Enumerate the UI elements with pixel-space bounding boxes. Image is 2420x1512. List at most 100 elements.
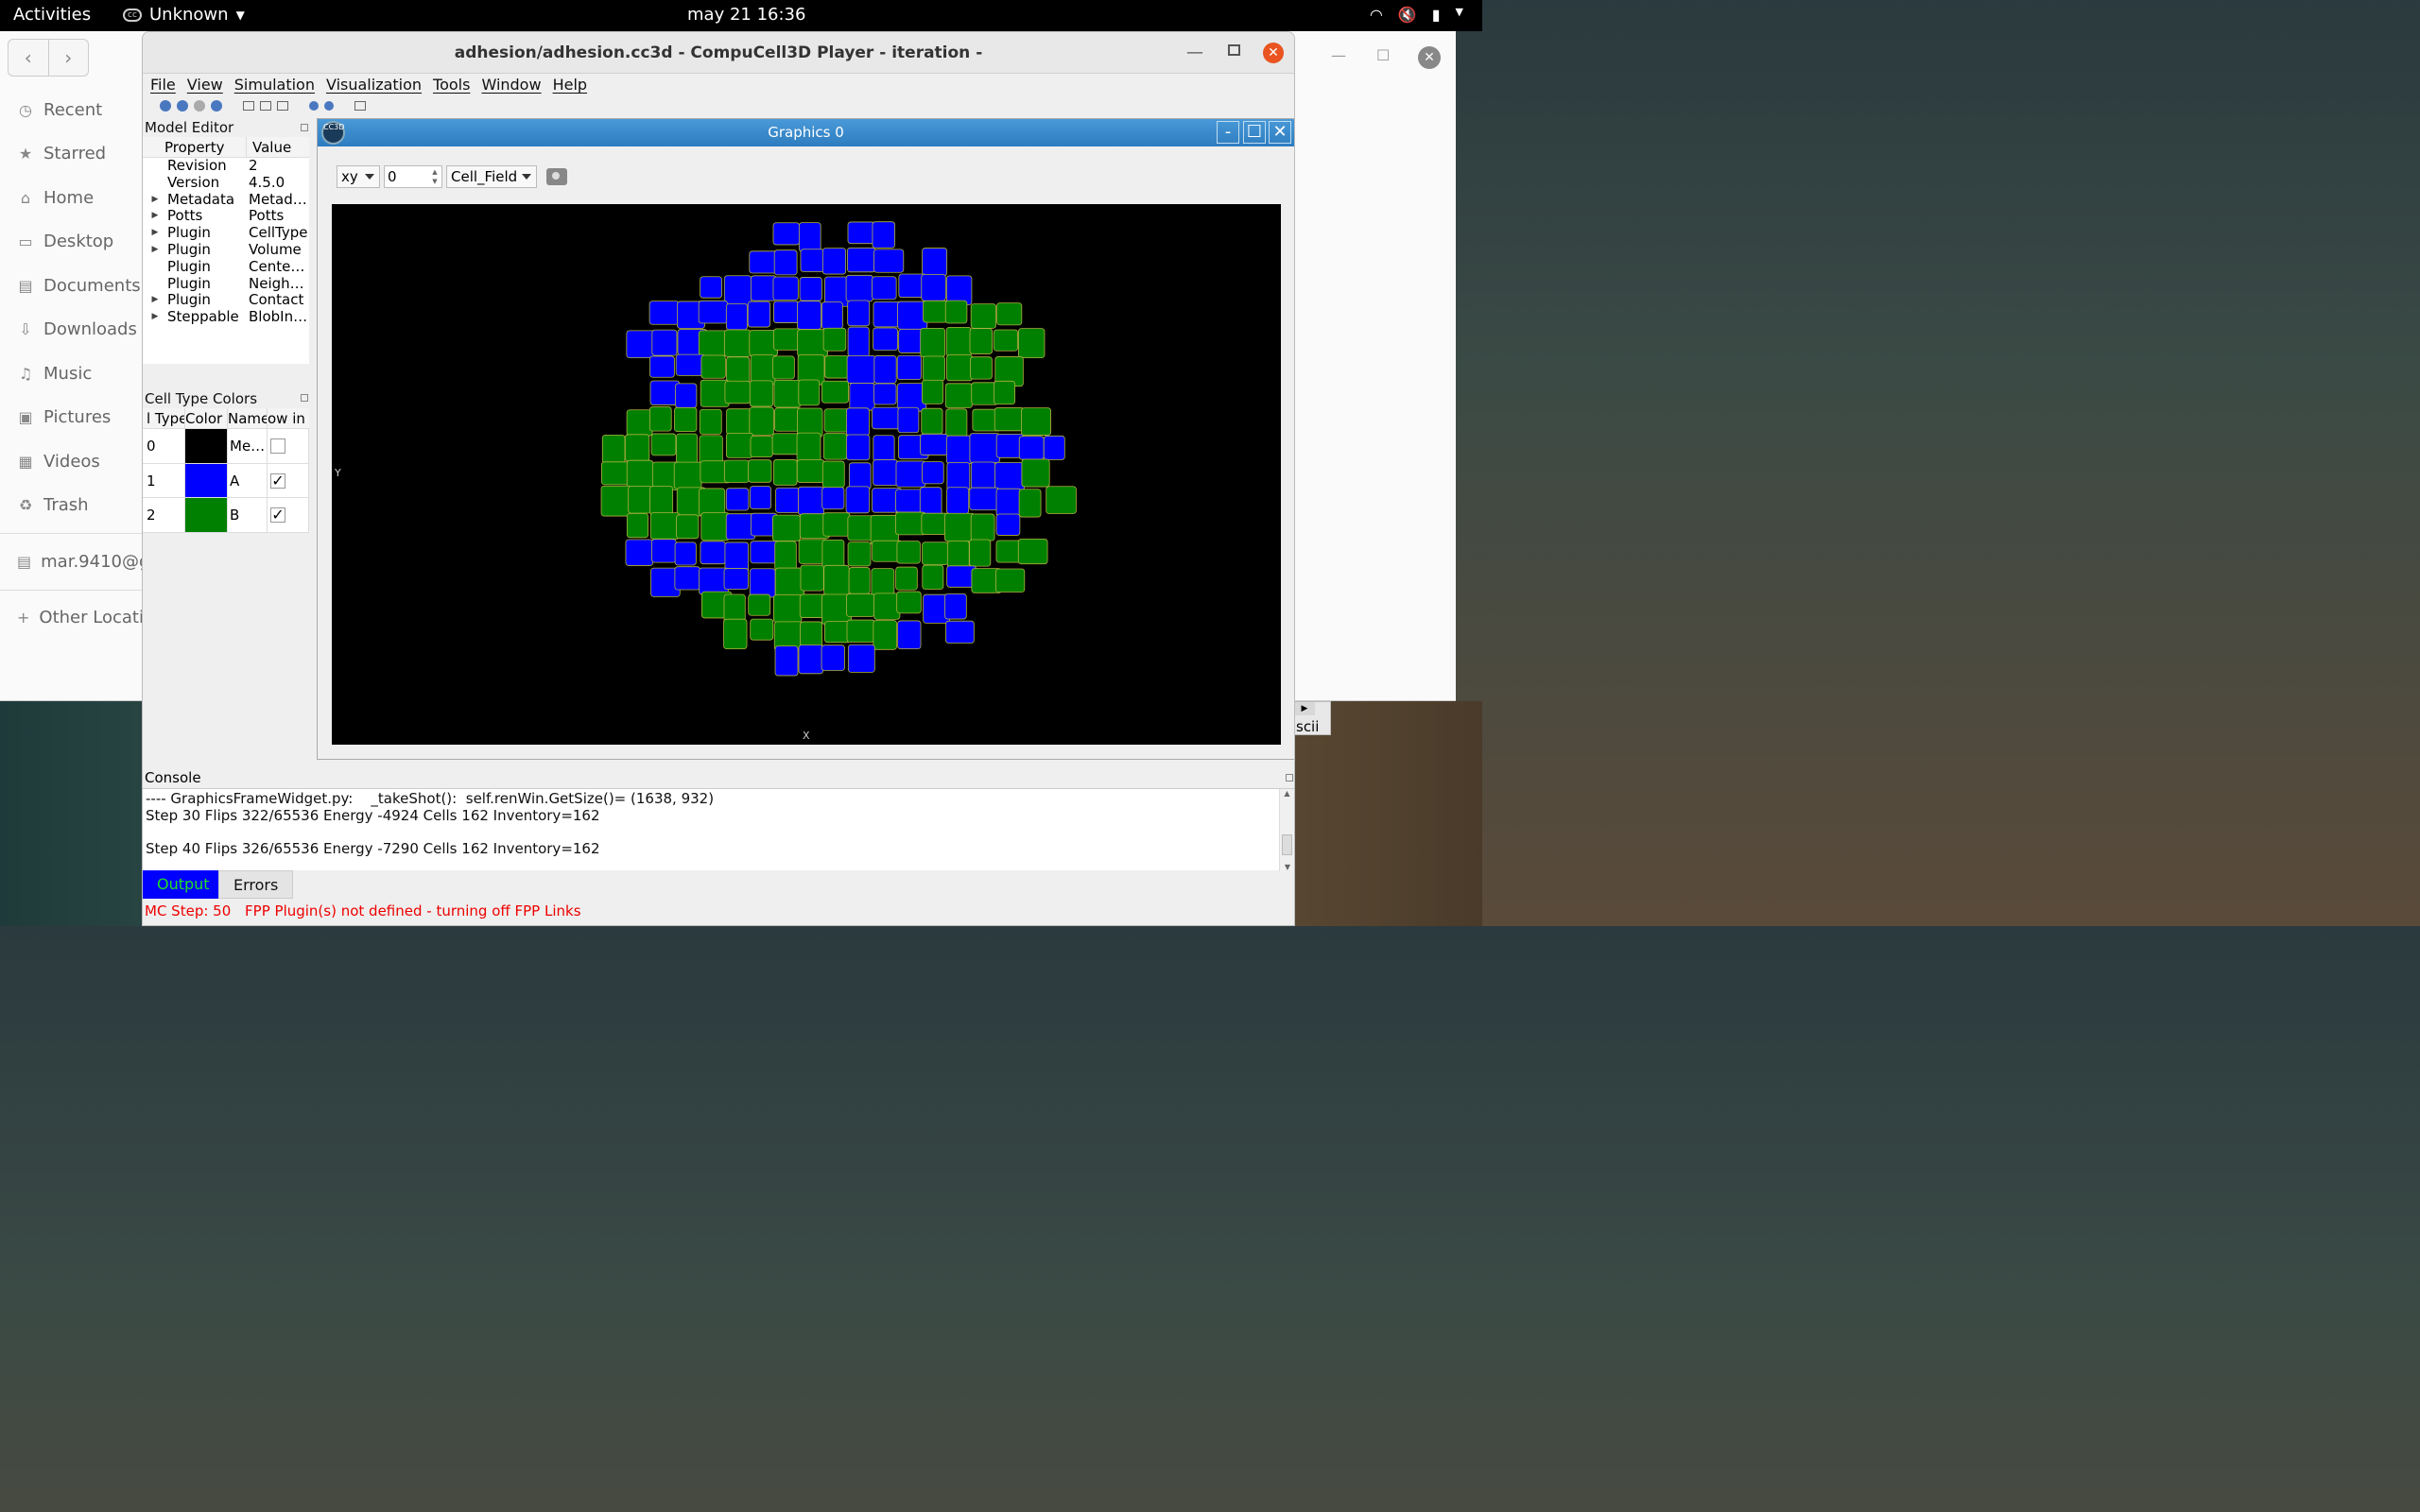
expand-arrow-icon[interactable] xyxy=(143,259,167,276)
close-icon[interactable]: ✕ xyxy=(1418,46,1441,69)
sidebar-item-downloads[interactable]: ⇩ Downloads xyxy=(0,308,142,352)
scroll-down-icon[interactable]: ▼ xyxy=(1280,863,1294,871)
sidebar-item-account[interactable]: ▤ mar.9410@g xyxy=(0,540,149,584)
zoom-out-icon[interactable] xyxy=(324,101,334,111)
expand-arrow-icon[interactable]: ▶ xyxy=(143,309,167,326)
open-icon[interactable] xyxy=(243,101,254,111)
expand-arrow-icon[interactable]: ▶ xyxy=(143,242,167,259)
pause-icon[interactable] xyxy=(194,100,205,112)
sidebar-item-desktop[interactable]: ▭ Desktop xyxy=(0,220,142,265)
sidebar-item-trash[interactable]: ♻ Trash xyxy=(0,484,142,528)
cell-type-color-swatch[interactable] xyxy=(185,463,228,498)
minimize-button[interactable]: — xyxy=(1186,32,1203,74)
tree-row[interactable]: ▶ Potts Potts xyxy=(143,208,309,225)
tree-row[interactable]: Plugin Neigh… xyxy=(143,275,309,293)
activities-button[interactable]: Activities xyxy=(13,5,91,25)
scroll-up-icon[interactable]: ▲ xyxy=(1280,789,1294,798)
sidebar-item-other-locations[interactable]: + Other Locatio xyxy=(0,596,154,641)
cell-field-canvas[interactable]: Y X xyxy=(332,204,1281,745)
console-scrollbar[interactable]: ▲ ▼ xyxy=(1279,789,1294,871)
minimize-button[interactable]: - xyxy=(1217,121,1239,144)
app-menu[interactable]: cc Unknown ▼ xyxy=(123,5,245,25)
chevron-down-icon[interactable]: ▼ xyxy=(1456,6,1463,24)
cell-type-name[interactable]: A xyxy=(228,463,268,498)
show-checkbox[interactable] xyxy=(270,438,285,454)
sidebar-item-recent[interactable]: ◷ Recent xyxy=(0,88,142,132)
expand-arrow-icon[interactable]: ▶ xyxy=(143,208,167,225)
show-checkbox[interactable]: ✓ xyxy=(270,472,285,489)
column-header-show[interactable]: ow in xyxy=(268,408,309,428)
zoom-in-icon[interactable] xyxy=(309,101,319,111)
expand-arrow-icon[interactable]: ▶ xyxy=(143,225,167,242)
column-header-value[interactable]: Value xyxy=(247,137,291,157)
column-header-property[interactable]: Property xyxy=(143,137,247,157)
cell-type-color-swatch[interactable] xyxy=(185,429,228,463)
expand-arrow-icon[interactable]: ▶ xyxy=(143,292,167,309)
menu-tools[interactable]: Tools xyxy=(433,74,470,96)
sidebar-item-music[interactable]: ♫ Music xyxy=(0,352,142,396)
sidebar-item-videos[interactable]: ▦ Videos xyxy=(0,439,142,484)
cell-type-color-swatch[interactable] xyxy=(185,498,228,533)
projection-select[interactable]: xy xyxy=(337,165,380,188)
tree-row[interactable]: Revision 2 xyxy=(143,157,309,175)
menu-visualization[interactable]: Visualization xyxy=(326,74,422,96)
screenshot-camera-icon[interactable] xyxy=(546,168,567,185)
menu-window[interactable]: Window xyxy=(481,74,541,96)
tab-errors[interactable]: Errors xyxy=(218,870,294,899)
close-button[interactable]: ✕ xyxy=(1263,43,1284,63)
table-row[interactable]: 2 B ✓ xyxy=(143,498,309,534)
field-select[interactable]: Cell_Field xyxy=(446,165,537,188)
close-button[interactable]: ✕ xyxy=(1269,121,1291,144)
menu-file[interactable]: File xyxy=(150,74,176,96)
undock-icon[interactable] xyxy=(301,394,308,402)
tab-output[interactable]: Output xyxy=(143,870,218,899)
table-row[interactable]: 0 Me… xyxy=(143,429,309,464)
maximize-icon[interactable]: ☐ xyxy=(1376,46,1390,64)
tree-row[interactable]: ▶ Plugin Volume xyxy=(143,241,309,259)
scrollbar-thumb[interactable] xyxy=(1282,834,1292,855)
maximize-button[interactable]: ☐ xyxy=(1243,121,1266,144)
sidebar-item-home[interactable]: ⌂ Home xyxy=(0,176,142,220)
tools-icon[interactable] xyxy=(260,101,271,111)
new-window-icon[interactable] xyxy=(354,101,366,111)
column-header-type[interactable]: l Type xyxy=(143,408,185,428)
menu-simulation[interactable]: Simulation xyxy=(234,74,315,96)
undock-icon[interactable] xyxy=(301,124,308,131)
edit-icon[interactable] xyxy=(277,101,288,111)
spin-up-icon[interactable]: ▲ xyxy=(429,167,441,177)
expand-arrow-icon[interactable] xyxy=(143,276,167,293)
cell-type-name[interactable]: B xyxy=(228,498,268,533)
tree-row[interactable]: ▶ Plugin CellType xyxy=(143,224,309,242)
battery-icon[interactable]: ▮ xyxy=(1432,6,1441,24)
step-icon[interactable] xyxy=(177,100,188,112)
window-titlebar[interactable]: adhesion/adhesion.cc3d - CompuCell3D Pla… xyxy=(143,32,1294,74)
column-header-name[interactable]: Name xyxy=(228,408,268,428)
expand-arrow-icon[interactable] xyxy=(143,175,167,192)
sidebar-item-pictures[interactable]: ▣ Pictures xyxy=(0,396,142,440)
menu-view[interactable]: View xyxy=(187,74,223,96)
show-checkbox[interactable]: ✓ xyxy=(270,507,285,524)
tree-row[interactable]: Plugin Cente… xyxy=(143,258,309,276)
console-output[interactable]: ---- GraphicsFrameWidget.py: _takeShot()… xyxy=(143,788,1294,871)
sidebar-item-starred[interactable]: ★ Starred xyxy=(0,132,142,177)
graphics-titlebar[interactable]: CC3D Graphics 0 - ☐ ✕ xyxy=(318,119,1294,146)
system-tray[interactable]: ◠ 🔇 ▮ ▼ xyxy=(1370,6,1463,24)
back-button[interactable]: ‹ xyxy=(9,40,49,76)
table-row[interactable]: 1 A ✓ xyxy=(143,463,309,499)
slice-spinbox[interactable]: 0 ▲ ▼ xyxy=(384,165,442,188)
menu-help[interactable]: Help xyxy=(553,74,587,96)
column-header-color[interactable]: Color xyxy=(185,408,228,428)
spin-down-icon[interactable]: ▼ xyxy=(429,177,441,186)
minimize-icon[interactable]: — xyxy=(1331,46,1346,64)
tree-row[interactable]: Version 4.5.0 xyxy=(143,174,309,192)
sidebar-item-documents[interactable]: ▤ Documents xyxy=(0,264,142,308)
tree-row[interactable]: ▶ Metadata Metad… xyxy=(143,191,309,209)
tree-row[interactable]: ▶ Plugin Contact xyxy=(143,292,309,309)
expand-arrow-icon[interactable] xyxy=(143,158,167,175)
clock[interactable]: may 21 16:36 xyxy=(687,5,805,25)
wifi-icon[interactable]: ◠ xyxy=(1370,6,1383,24)
stop-icon[interactable] xyxy=(211,100,222,112)
volume-muted-icon[interactable]: 🔇 xyxy=(1398,6,1417,24)
undock-icon[interactable] xyxy=(1286,774,1293,782)
cell-type-name[interactable]: Me… xyxy=(228,429,268,463)
